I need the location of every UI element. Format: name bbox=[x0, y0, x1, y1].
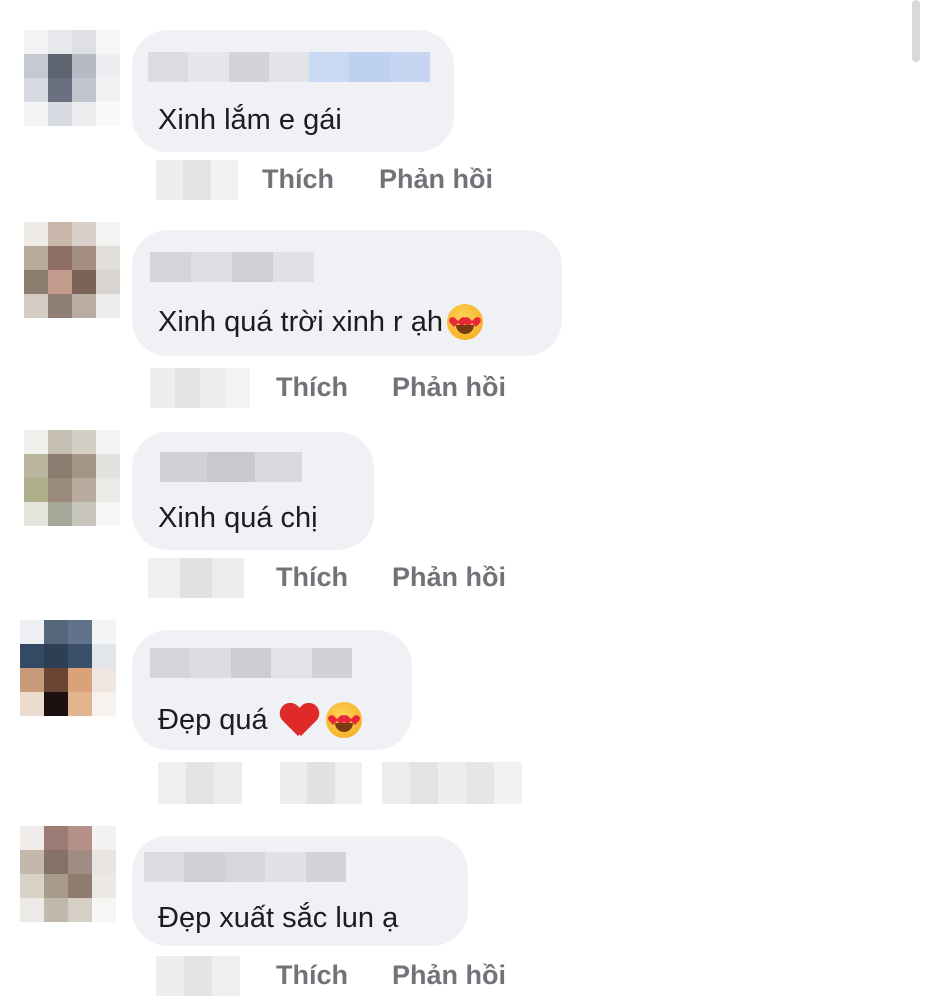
like-button[interactable]: Thích bbox=[276, 372, 348, 403]
comment-actions: Thích Phản hồi bbox=[0, 368, 926, 408]
like-button[interactable]: Thích bbox=[262, 164, 334, 195]
comment-actions bbox=[0, 762, 926, 804]
commenter-name-blurred[interactable] bbox=[148, 52, 430, 82]
comment-text-content: Đẹp quá bbox=[158, 703, 268, 736]
commenter-name-blurred[interactable] bbox=[144, 852, 347, 882]
timestamp-blurred bbox=[156, 160, 238, 200]
scrollbar[interactable] bbox=[912, 0, 920, 62]
avatar[interactable] bbox=[20, 826, 116, 922]
commenter-name-blurred[interactable] bbox=[150, 648, 353, 678]
heart-eyes-emoji-icon bbox=[325, 702, 362, 738]
comment-thread: Xinh lắm e gái Thích Phản hồi Xinh quá t… bbox=[0, 0, 926, 1000]
avatar[interactable] bbox=[24, 30, 120, 126]
timestamp-blurred bbox=[156, 956, 240, 996]
actions-blurred bbox=[382, 762, 522, 804]
like-button[interactable]: Thích bbox=[276, 562, 348, 593]
comment-text-content: Xinh lắm e gái bbox=[158, 103, 342, 136]
comment-actions: Thích Phản hồi bbox=[0, 956, 926, 996]
comment-text: Xinh quá chị bbox=[158, 498, 318, 538]
commenter-name-blurred[interactable] bbox=[150, 252, 314, 282]
comment-text-content: Xinh quá trời xinh r ạh bbox=[158, 305, 444, 338]
avatar[interactable] bbox=[24, 222, 120, 318]
reply-button[interactable]: Phản hồi bbox=[392, 372, 506, 403]
avatar[interactable] bbox=[20, 620, 116, 716]
timestamp-blurred bbox=[148, 558, 244, 598]
comment-text-content: Xinh quá chị bbox=[158, 501, 318, 534]
commenter-name-blurred[interactable] bbox=[160, 452, 302, 482]
comment-text: Đẹp quá bbox=[158, 700, 362, 740]
avatar[interactable] bbox=[24, 430, 120, 526]
actions-blurred bbox=[280, 762, 362, 804]
reply-button[interactable]: Phản hồi bbox=[392, 960, 506, 991]
reply-button[interactable]: Phản hồi bbox=[392, 562, 506, 593]
heart-eyes-emoji-icon bbox=[447, 304, 484, 340]
reply-button[interactable]: Phản hồi bbox=[379, 164, 493, 195]
comment-text: Đẹp xuất sắc lun ạ bbox=[158, 898, 398, 938]
comment-actions: Thích Phản hồi bbox=[0, 558, 926, 598]
red-heart-emoji-icon bbox=[280, 702, 318, 738]
timestamp-blurred bbox=[150, 368, 250, 408]
comment-text-content: Đẹp xuất sắc lun ạ bbox=[158, 901, 399, 934]
comment-actions: Thích Phản hồi bbox=[0, 160, 926, 200]
comment-text: Xinh quá trời xinh r ạh bbox=[158, 302, 484, 342]
actions-blurred bbox=[158, 762, 242, 804]
comment-text: Xinh lắm e gái bbox=[158, 100, 342, 140]
like-button[interactable]: Thích bbox=[276, 960, 348, 991]
